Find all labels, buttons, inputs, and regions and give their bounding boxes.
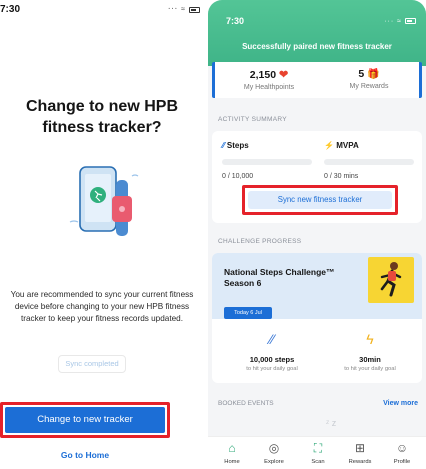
points-card: 2,150 ❤ My Healthpoints 5 🎁 My Rewards xyxy=(212,62,422,98)
steps-label: Steps xyxy=(226,141,249,150)
steps-goal-caption: to hit your daily goal xyxy=(246,366,298,372)
steps-icon: ⁄⁄ xyxy=(269,331,275,347)
mvpa-value: 0 / 30 mins xyxy=(324,173,359,180)
signal-wifi-icon: ··· ≈ xyxy=(384,18,402,25)
mvpa-goal-value: 30min xyxy=(359,355,381,364)
mvpa-label: MVPA xyxy=(336,141,359,150)
activity-summary-heading: ACTIVITY SUMMARY xyxy=(218,116,287,123)
screenshot-canvas: 7:30 ··· ≈ Change to new HPB fitness tra… xyxy=(0,0,426,469)
rewards-label: My Rewards xyxy=(349,83,389,90)
steps-metric: ⁄⁄ Steps xyxy=(222,141,249,150)
rewards-summary[interactable]: 5 🎁 My Rewards xyxy=(319,68,419,90)
heart-icon: ❤ xyxy=(278,69,289,81)
mvpa-goal-caption: to hit your daily goal xyxy=(344,366,396,372)
recommendation-message: You are recommended to sync your current… xyxy=(10,290,194,323)
healthpoints-summary[interactable]: 2,150 ❤ My Healthpoints xyxy=(219,68,319,91)
header-banner xyxy=(208,0,426,66)
gift-icon: ⊞ xyxy=(354,441,366,455)
signal-wifi-icon: ··· ≈ xyxy=(168,6,186,13)
steps-icon: ⁄⁄ xyxy=(222,141,225,150)
tab-rewards[interactable]: ⊞ Rewards xyxy=(340,441,380,465)
tab-explore[interactable]: ◎ Explore xyxy=(254,441,294,465)
sleep-icon: ᶻ z xyxy=(326,418,337,428)
go-to-home-link[interactable]: Go to Home xyxy=(0,450,170,460)
change-to-new-tracker-button[interactable]: Change to new tracker xyxy=(5,407,165,433)
rewards-value: 5 xyxy=(358,68,365,80)
lightning-icon: ϟ xyxy=(366,331,374,347)
steps-goal: ⁄⁄ 10,000 steps to hit your daily goal xyxy=(222,331,322,372)
challenge-progress-heading: CHALLENGE PROGRESS xyxy=(218,238,302,245)
steps-goal-value: 10,000 steps xyxy=(249,355,295,364)
tab-scan-label: Scan xyxy=(311,459,325,465)
page-title: Change to new HPB fitness tracker? xyxy=(25,98,178,136)
mvpa-goal: ϟ 30min to hit your daily goal xyxy=(320,331,420,372)
sync-button-highlight: Sync new fitness tracker xyxy=(242,185,398,215)
status-time: 7:30 xyxy=(0,4,21,15)
status-time: 7:30 xyxy=(226,16,245,26)
gift-icon: 🎁 xyxy=(367,69,380,80)
booked-events-row: BOOKED EVENTS View more xyxy=(208,400,426,412)
battery-icon xyxy=(189,7,200,13)
mvpa-progress-bar xyxy=(324,159,414,165)
tab-scan[interactable]: ⛶ Scan xyxy=(298,441,338,465)
tab-home-label: Home xyxy=(224,459,240,465)
home-dashboard-screen: 7:30 ··· ≈ Successfully paired new fitne… xyxy=(208,0,426,469)
pairing-success-banner: Successfully paired new fitness tracker xyxy=(242,42,392,51)
healthpoints-value: 2,150 xyxy=(249,69,277,81)
mvpa-metric: ⚡ MVPA xyxy=(324,141,359,150)
steps-value: 0 / 10,000 xyxy=(222,173,254,180)
phone-tracker-illustration-icon xyxy=(60,162,150,252)
activity-summary-card: ⁄⁄ Steps ⚡ MVPA 0 / 10,000 0 / 30 mins S… xyxy=(212,131,422,223)
change-tracker-highlight: Change to new tracker xyxy=(0,402,170,438)
sync-completed-button[interactable]: Sync completed xyxy=(58,355,126,373)
booked-events-heading: BOOKED EVENTS xyxy=(218,400,274,407)
challenge-date-badge: Today 6 Jul xyxy=(224,307,272,319)
status-bar: 7:30 ··· ≈ xyxy=(0,4,204,20)
change-tracker-screen: 7:30 ··· ≈ Change to new HPB fitness tra… xyxy=(0,0,204,469)
tab-profile-label: Profile xyxy=(393,459,411,465)
compass-icon: ◎ xyxy=(268,441,280,455)
challenge-card[interactable]: National Steps Challenge™ Season 6 Today… xyxy=(212,253,422,383)
lightning-icon: ⚡ xyxy=(324,141,334,150)
runner-illustration-icon xyxy=(368,257,414,303)
tab-home[interactable]: ⌂ Home xyxy=(212,441,252,465)
scan-icon: ⛶ xyxy=(313,441,323,455)
healthpoints-label: My Healthpoints xyxy=(243,84,295,91)
view-more-link[interactable]: View more xyxy=(383,400,418,407)
tab-rewards-label: Rewards xyxy=(348,459,372,465)
challenge-title: National Steps Challenge™ Season 6 xyxy=(224,267,335,288)
sync-new-tracker-button[interactable]: Sync new fitness tracker xyxy=(248,191,392,209)
bottom-tab-bar: ⌂ Home ◎ Explore ⛶ Scan ⊞ Rewards ☺ Prof… xyxy=(208,436,426,469)
battery-icon xyxy=(405,18,416,24)
home-icon: ⌂ xyxy=(228,441,236,455)
status-bar: 7:30 ··· ≈ xyxy=(208,16,426,28)
steps-progress-bar xyxy=(222,159,312,165)
profile-icon: ☺ xyxy=(395,441,409,455)
tab-profile[interactable]: ☺ Profile xyxy=(382,441,422,465)
tab-explore-label: Explore xyxy=(264,459,284,465)
